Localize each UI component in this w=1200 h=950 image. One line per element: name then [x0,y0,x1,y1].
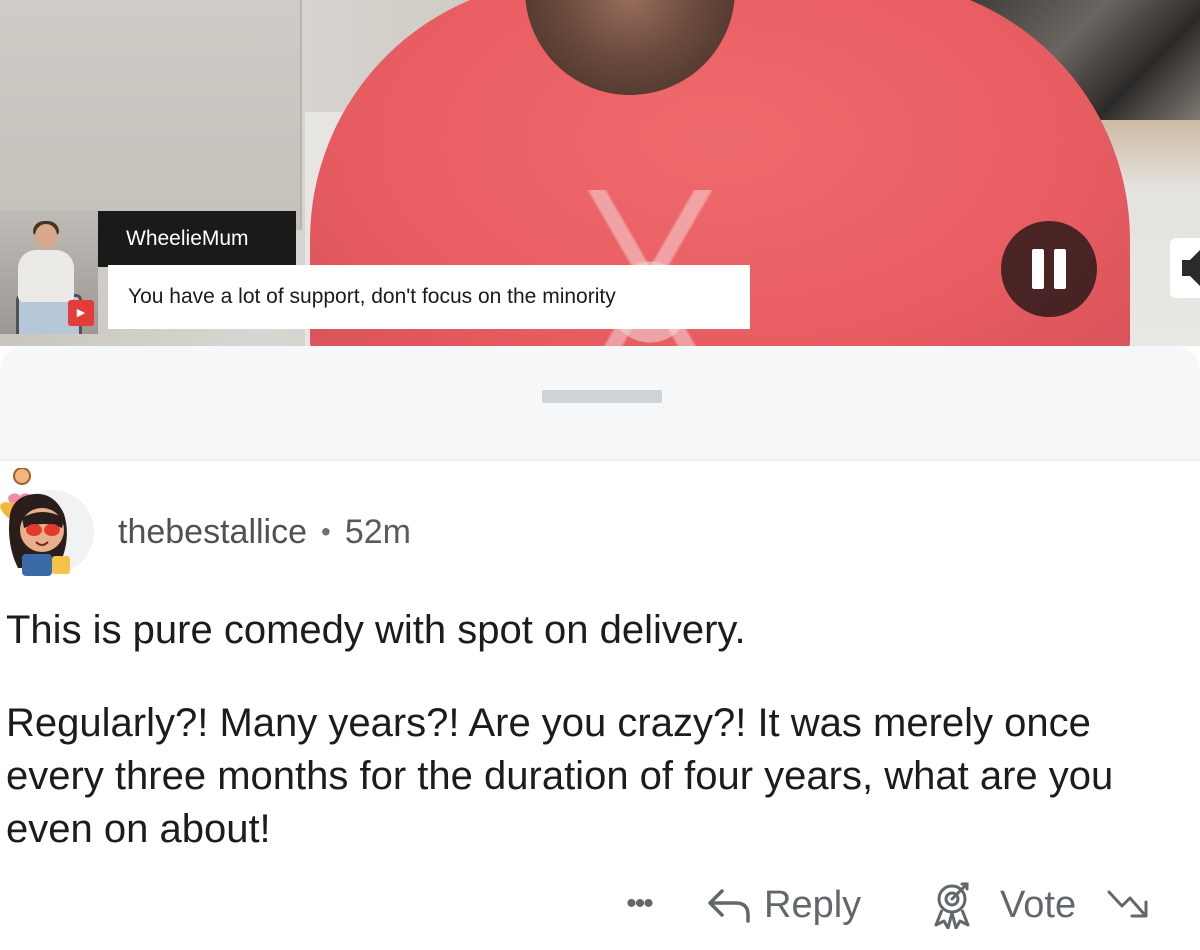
avatar[interactable] [0,468,96,580]
chat-message: You have a lot of support, don't focus o… [108,265,750,329]
comment-paragraph: This is pure comedy with spot on deliver… [6,608,746,652]
comment-timestamp: 52m [344,512,411,551]
bottom-sheet-header [0,346,1200,460]
pause-icon [1032,249,1044,289]
comment-username[interactable]: thebestallice [118,513,307,552]
meta-separator: • [321,516,331,547]
youtube-icon: ▶ [68,300,94,326]
reply-button[interactable]: Reply [706,878,861,932]
sheet-grabber[interactable] [542,390,662,403]
comment-actions: ••• Reply Vote [0,870,1200,940]
comment-body: This is pure comedy with spot on deliver… [6,604,1186,856]
vote-label: Vote [1000,883,1077,926]
reply-icon [708,889,750,923]
speaker-icon[interactable] [1168,238,1200,298]
video-player[interactable]: ▶ WheelieMum You have a lot of support, … [0,0,1200,346]
pause-button[interactable] [1001,221,1097,317]
vote-button[interactable]: Vote [930,878,1152,932]
more-options-button[interactable]: ••• [614,884,664,924]
reply-label: Reply [764,883,862,926]
chat-username: WheelieMum [98,211,296,267]
comment-paragraph: Regularly?! Many years?! Are you crazy?!… [6,701,1114,851]
kitchen-cabinet [0,0,302,230]
trend-down-icon[interactable] [1106,886,1152,924]
award-icon[interactable] [930,881,974,929]
comment-meta: thebestallice • 52m [118,510,411,554]
